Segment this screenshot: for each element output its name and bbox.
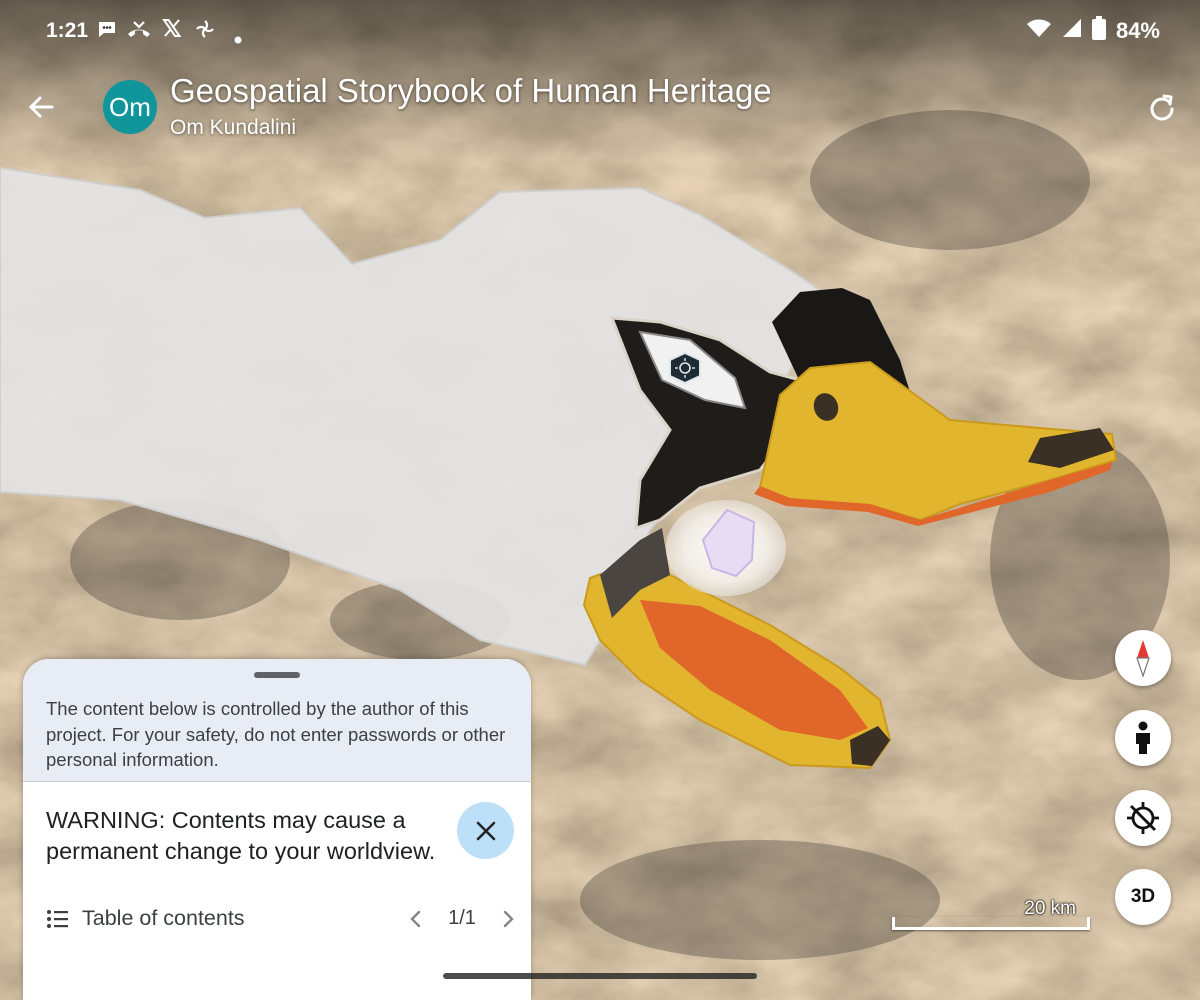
table-of-contents-button[interactable]: Table of contents	[82, 906, 245, 931]
my-location-button[interactable]	[1115, 790, 1171, 846]
refresh-icon	[1150, 94, 1174, 121]
signal-icon	[1062, 18, 1082, 44]
photos-icon	[194, 18, 216, 46]
battery-percentage: 84%	[1115, 18, 1160, 43]
back-button[interactable]	[24, 90, 58, 124]
safety-notice-banner: The content below is controlled by the a…	[23, 659, 531, 782]
chevron-left-icon	[410, 910, 421, 928]
battery-icon	[1091, 16, 1106, 46]
place-marker-icon[interactable]	[669, 351, 701, 385]
arrow-back-icon	[28, 96, 54, 118]
list-icon	[47, 910, 68, 928]
x-logo-icon	[162, 18, 182, 44]
drag-handle[interactable]	[254, 672, 300, 678]
status-bar: 1:21 84%	[0, 0, 1200, 62]
compass-icon	[1136, 640, 1150, 678]
system-status: 84%	[1026, 16, 1160, 46]
gesture-navigation-bar[interactable]	[443, 973, 757, 979]
chat-bubble-icon	[96, 18, 118, 46]
close-icon	[476, 821, 495, 840]
warning-text: WARNING: Contents may cause a permanent …	[46, 807, 436, 864]
view-3d-button[interactable]: 3D	[1115, 869, 1171, 925]
table-of-contents-row: Table of contents 1/1	[46, 904, 516, 934]
street-view-button[interactable]	[1115, 710, 1171, 766]
page-indicator: 1/1	[448, 907, 476, 929]
app-header: Om Geospatial Storybook of Human Heritag…	[0, 62, 1200, 152]
close-button[interactable]	[457, 802, 514, 859]
page-title: Geospatial Storybook of Human Heritage	[170, 72, 772, 109]
author-name: Om Kundalini	[170, 116, 297, 139]
previous-page-button[interactable]	[404, 907, 428, 931]
dot-icon	[234, 26, 242, 50]
map-scale: 20 km	[892, 898, 1090, 932]
compass-button[interactable]	[1115, 630, 1171, 686]
next-page-button[interactable]	[496, 907, 520, 931]
reload-button[interactable]	[1146, 92, 1178, 124]
status-time: 1:21	[46, 19, 89, 42]
story-bottom-sheet[interactable]: The content below is controlled by the a…	[23, 659, 531, 1000]
chevron-right-icon	[503, 910, 514, 928]
scale-bar	[892, 917, 1090, 930]
missed-call-icon	[126, 18, 152, 46]
safety-notice-text: The content below is controlled by the a…	[46, 698, 506, 770]
person-icon	[1136, 721, 1150, 754]
location-disabled-icon	[1127, 802, 1159, 834]
avatar[interactable]: Om	[103, 80, 157, 134]
wifi-icon	[1026, 17, 1052, 45]
